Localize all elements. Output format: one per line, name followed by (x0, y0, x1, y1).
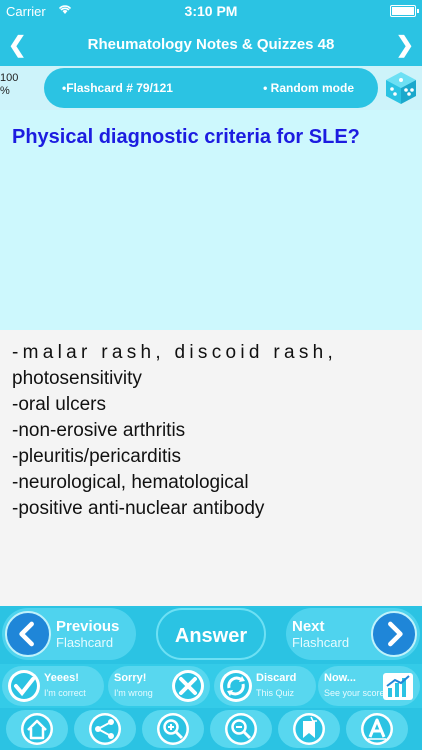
answer-area: -malar rash, discoid rash, photosensitiv… (0, 330, 422, 606)
home-icon (21, 713, 53, 745)
share-button[interactable] (74, 710, 136, 748)
zoom-in-button[interactable] (142, 710, 204, 748)
answer-line: -neurological, hematological (12, 472, 249, 493)
info-row: 100 % •Flashcard # 79/121 • Random mode (0, 66, 422, 110)
battery-icon (390, 5, 419, 17)
progress-value: 100 (0, 72, 19, 84)
next-subtitle: Flashcard (292, 635, 350, 650)
score-title: Now... (324, 672, 356, 684)
next-flashcard-button[interactable]: Next Flashcard (286, 608, 420, 660)
checkmark-icon (6, 668, 42, 704)
previous-title: Previous (56, 618, 120, 635)
previous-subtitle: Flashcard (56, 635, 114, 650)
random-mode-label: • Random mode (263, 81, 354, 95)
flashcard-number: •Flashcard # 79/121 (62, 81, 173, 95)
answer-line: photosensitivity (12, 368, 142, 389)
answer-button[interactable]: Answer (156, 608, 266, 660)
answer-line: -malar rash, discoid rash, (12, 342, 338, 363)
wrong-title: Sorry! (114, 672, 147, 684)
discard-title: Discard (256, 672, 297, 684)
forward-chevron-icon[interactable]: ❯ (396, 32, 414, 58)
score-button[interactable]: Now... See your score (318, 666, 420, 706)
navigation-bar: ❮ Rheumatology Notes & Quizzes 48 ❯ (0, 22, 422, 66)
zoom-out-icon (225, 713, 257, 745)
controls-panel: Previous Flashcard Answer Next Flashcard… (0, 606, 422, 750)
answer-feedback-row: Yeees! I'm correct Sorry! I'm wrong Disc… (0, 664, 422, 708)
nav-title: Rheumatology Notes & Quizzes 48 (87, 36, 335, 53)
next-title: Next (292, 618, 325, 635)
recycle-icon (218, 668, 254, 704)
home-button[interactable] (6, 710, 68, 748)
dice-icon[interactable] (384, 70, 418, 106)
answer-line: -non-erosive arthritis (12, 420, 186, 441)
question-text: Physical diagnostic criteria for SLE? (12, 126, 360, 148)
wrong-button[interactable]: Sorry! I'm wrong (108, 666, 210, 706)
score-subtitle: See your score (324, 688, 385, 698)
status-time: 3:10 PM (184, 3, 238, 19)
share-icon (89, 713, 121, 745)
bookmark-icon (293, 713, 325, 745)
navigation-controls: Previous Flashcard Answer Next Flashcard (0, 606, 422, 662)
bookmark-button[interactable] (278, 710, 340, 748)
previous-flashcard-button[interactable]: Previous Flashcard (2, 608, 136, 660)
font-icon (361, 713, 393, 745)
answer-line: -positive anti-nuclear antibody (12, 498, 265, 519)
font-button[interactable] (346, 710, 408, 748)
correct-title: Yeees! (44, 672, 79, 684)
discard-button[interactable]: Discard This Quiz (214, 666, 316, 706)
chart-icon (380, 668, 416, 704)
cross-icon (170, 668, 206, 704)
correct-button[interactable]: Yeees! I'm correct (2, 666, 104, 706)
previous-icon (5, 611, 51, 657)
correct-subtitle: I'm correct (44, 688, 86, 698)
answer-line: -oral ulcers (12, 394, 106, 415)
toolbar (0, 708, 422, 750)
progress-unit: % (0, 85, 10, 97)
zoom-in-icon (157, 713, 189, 745)
status-bar: Carrier 3:10 PM (0, 0, 422, 22)
discard-subtitle: This Quiz (256, 688, 295, 698)
flashcard-info-pill: •Flashcard # 79/121 • Random mode (44, 68, 378, 108)
question-area: Physical diagnostic criteria for SLE? (0, 110, 422, 330)
progress-label: 100 % (0, 72, 18, 98)
wrong-subtitle: I'm wrong (114, 688, 153, 698)
answer-line: -pleuritis/pericarditis (12, 446, 181, 467)
zoom-out-button[interactable] (210, 710, 272, 748)
next-icon (371, 611, 417, 657)
